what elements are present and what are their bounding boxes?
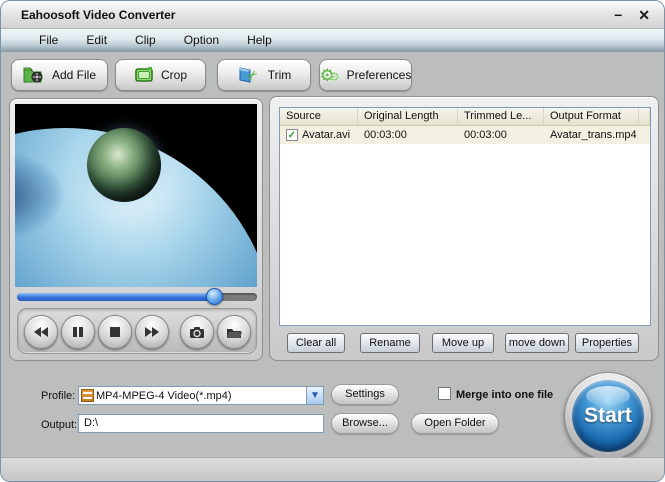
snapshot-button[interactable] [180,315,214,349]
playback-controls [17,308,257,354]
add-file-label: Add File [51,68,97,82]
start-label: Start [584,404,632,427]
stop-button[interactable] [98,315,132,349]
rename-button[interactable]: Rename [360,333,420,353]
trim-label: Trim [267,68,292,82]
start-button[interactable]: Start [564,372,652,460]
table-row[interactable]: ✓ Avatar.avi 00:03:00 00:03:00 Avatar_tr… [280,126,650,144]
open-folder-button[interactable]: Open Folder [411,413,499,434]
column-original-length[interactable]: Original Length [358,108,458,125]
bottom-strip [1,457,664,481]
output-label: Output: [41,419,78,431]
add-file-button[interactable]: Add File [11,59,108,91]
output-path-field[interactable]: D:\ [78,414,324,433]
crop-icon [134,66,154,84]
row-source: Avatar.avi [302,129,351,141]
menu-help[interactable]: Help [233,33,286,47]
settings-button[interactable]: Settings [331,384,399,405]
seek-bar[interactable] [17,288,257,305]
earth-image [87,128,161,202]
column-output-format[interactable]: Output Format [544,108,639,125]
close-button[interactable]: ✕ [638,1,650,29]
seek-progress [17,293,214,301]
move-up-button[interactable]: Move up [432,333,494,353]
move-down-button[interactable]: move down [505,333,569,353]
menu-clip[interactable]: Clip [121,33,170,47]
start-button-face: Start [572,380,644,452]
seek-knob[interactable] [205,288,223,305]
chevron-down-icon[interactable]: ▼ [306,387,323,404]
title-bar: Eahoosoft Video Converter − ✕ [1,1,664,29]
merge-label: Merge into one file [456,389,554,401]
menu-bar: File Edit Clip Option Help [1,29,664,52]
table-header: Source Original Length Trimmed Le... Out… [280,108,650,126]
trim-button[interactable]: ✂ Trim [217,59,311,91]
crop-button[interactable]: Crop [115,59,206,91]
row-original-length: 00:03:00 [364,129,407,141]
crop-label: Crop [160,68,187,82]
rewind-button[interactable] [24,315,58,349]
trim-icon: ✂ [237,65,261,85]
file-table: Source Original Length Trimmed Le... Out… [279,107,651,326]
merge-checkbox[interactable] [438,387,451,400]
profile-value: MP4-MPEG-4 Video(*.mp4) [96,389,232,402]
fast-forward-button[interactable] [135,315,169,349]
preview-panel [9,98,263,361]
menu-edit[interactable]: Edit [72,33,121,47]
minimize-button[interactable]: − [614,1,622,29]
row-checkbox[interactable]: ✓ [286,129,298,141]
menu-file[interactable]: File [25,33,72,47]
preferences-button[interactable]: ⚙⚙ Preferences [319,59,412,91]
preferences-label: Preferences [346,68,412,82]
profile-label: Profile: [41,390,76,402]
pause-button[interactable] [61,315,95,349]
open-snapshot-folder-button[interactable] [217,315,251,349]
column-trimmed-length[interactable]: Trimmed Le... [458,108,544,125]
browse-button[interactable]: Browse... [331,413,399,434]
video-preview [15,104,257,287]
properties-button[interactable]: Properties [575,333,639,353]
app-window: Eahoosoft Video Converter − ✕ File Edit … [0,0,665,482]
film-strip-icon [81,389,94,402]
menu-option[interactable]: Option [170,33,233,47]
add-file-icon [23,66,45,84]
window-title: Eahoosoft Video Converter [21,7,176,22]
file-list-panel: Source Original Length Trimmed Le... Out… [269,96,659,361]
row-trimmed-length: 00:03:00 [464,129,507,141]
preferences-icon: ⚙⚙ [319,65,340,85]
profile-combobox[interactable]: MP4-MPEG-4 Video(*.mp4) ▼ [78,386,324,405]
clear-all-button[interactable]: Clear all [287,333,345,353]
column-source[interactable]: Source [280,108,358,125]
row-output-format: Avatar_trans.mp4 [550,129,637,141]
